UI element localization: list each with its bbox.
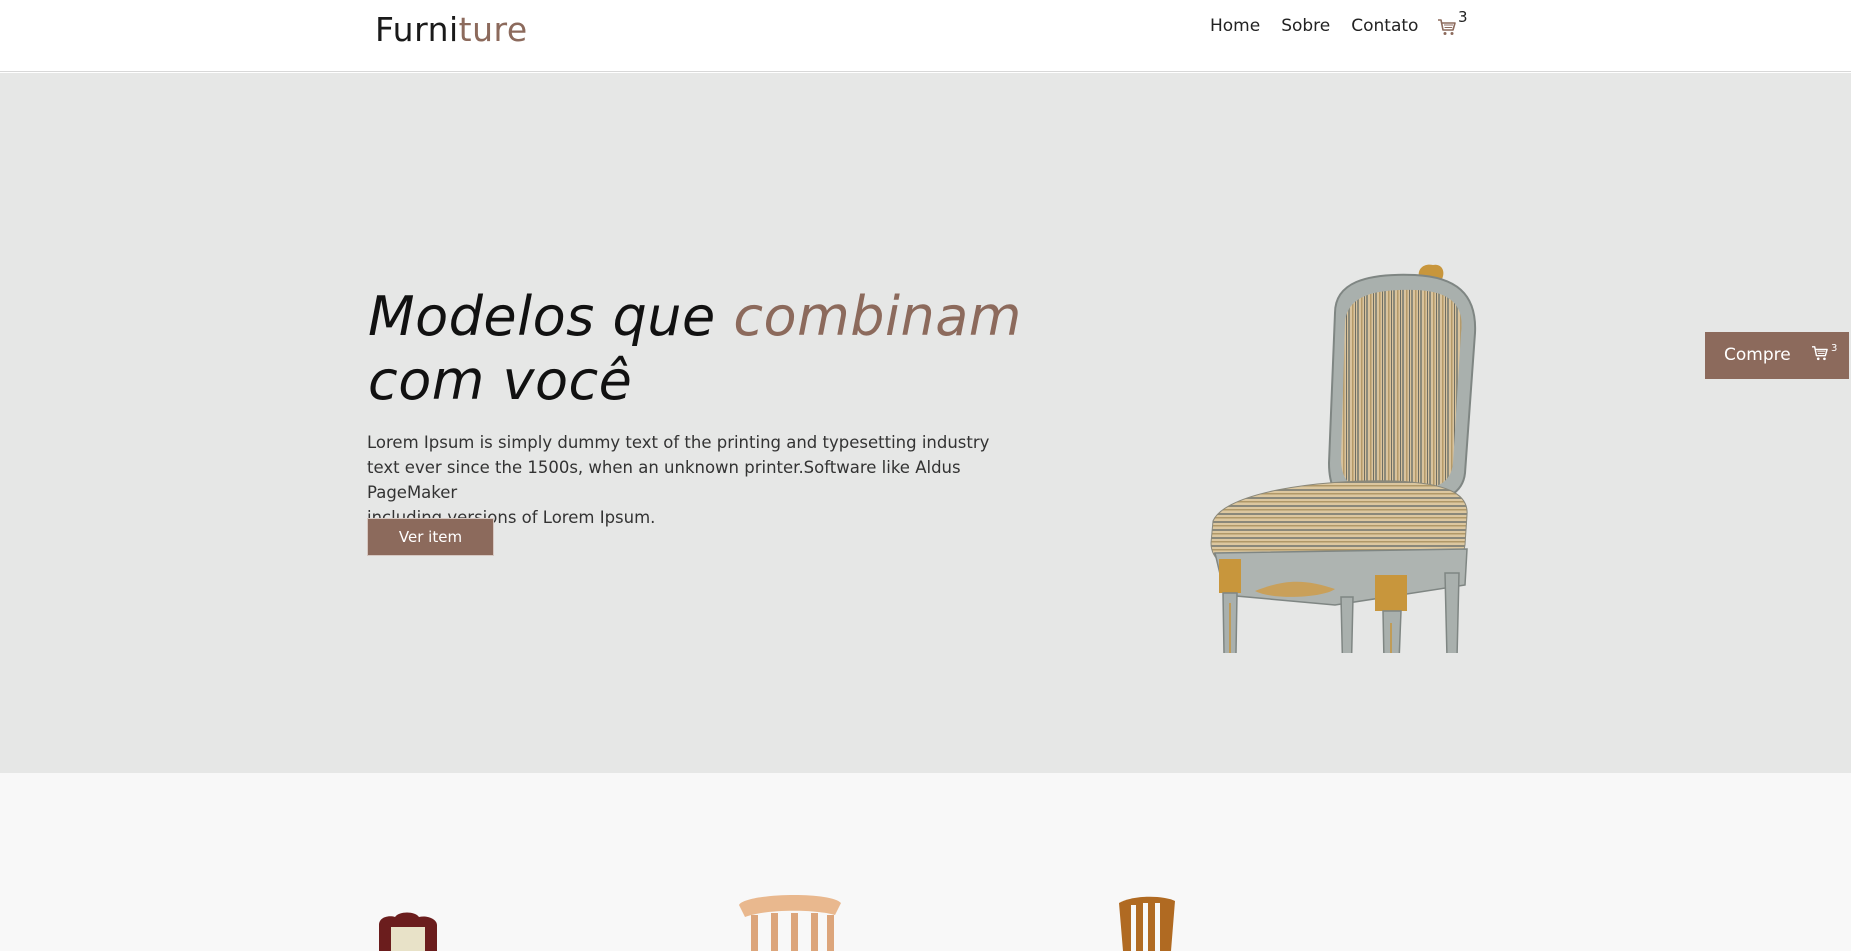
logo[interactable]: Furniture (375, 10, 528, 49)
chair-thumb[interactable] (373, 911, 443, 951)
view-item-button[interactable]: Ver item (367, 518, 494, 556)
products-section (0, 773, 1851, 951)
hero-description-line: Lorem Ipsum is simply dummy text of the … (367, 433, 990, 452)
nav-contato[interactable]: Contato (1351, 16, 1418, 36)
cart-count: 3 (1458, 8, 1468, 26)
hero-title: Modelos que combinam com você (368, 285, 1068, 413)
chair-thumb[interactable] (1113, 893, 1183, 951)
cart-icon (1438, 19, 1456, 35)
hero-section: Modelos que combinam com você Lorem Ipsu… (0, 73, 1851, 773)
logo-text-main: Furni (375, 10, 459, 49)
hero-title-accent: combinam (733, 285, 1022, 348)
hero-description-line: text ever since the 1500s, when an unkno… (367, 458, 961, 502)
logo-text-accent: ture (458, 10, 528, 49)
chair-thumb[interactable] (735, 891, 845, 951)
site-header: Furniture Home Sobre Contato 3 (0, 0, 1851, 72)
hero-title-part2: com você (368, 349, 633, 412)
header-cart-button[interactable]: 3 (1435, 8, 1475, 44)
chair-image (1210, 264, 1477, 653)
hero-description: Lorem Ipsum is simply dummy text of the … (367, 430, 1047, 530)
side-buy-label: Compre (1724, 345, 1791, 365)
hero-title-part1: Modelos que (368, 285, 734, 348)
cart-icon (1812, 346, 1828, 361)
nav-sobre[interactable]: Sobre (1281, 16, 1330, 36)
nav-home[interactable]: Home (1210, 16, 1260, 36)
main-nav: Home Sobre Contato (1210, 16, 1439, 36)
side-cart-count: 3 (1831, 343, 1838, 354)
side-buy-button[interactable]: Compre 3 (1705, 332, 1849, 379)
